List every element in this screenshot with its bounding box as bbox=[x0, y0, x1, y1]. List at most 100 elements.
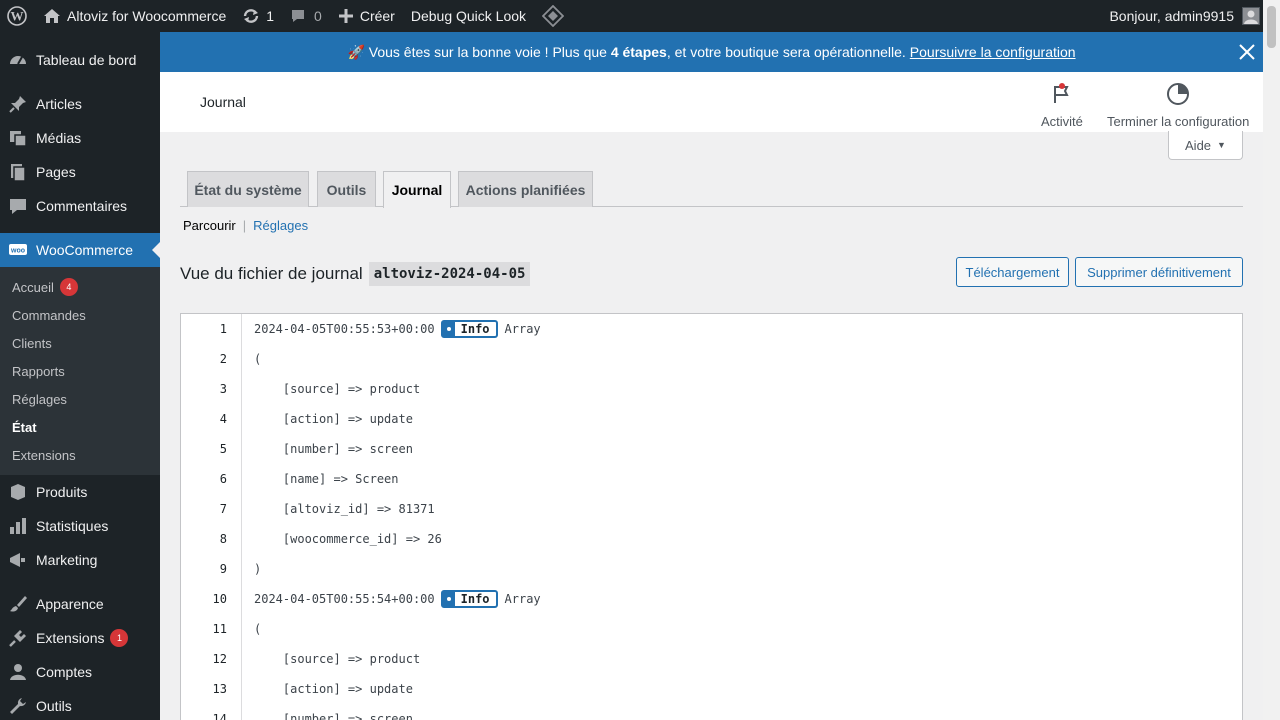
updates-link[interactable]: 1 bbox=[234, 0, 282, 32]
submenu-item-reports[interactable]: Rapports bbox=[0, 357, 160, 385]
log-level-badge: Info bbox=[440, 590, 498, 608]
activity-button[interactable]: Activité bbox=[1041, 80, 1083, 129]
submenu-item-customers[interactable]: Clients bbox=[0, 329, 160, 357]
tab-journal[interactable]: Journal bbox=[383, 171, 451, 208]
menu-item-media[interactable]: Médias bbox=[0, 121, 160, 155]
finish-setup-button[interactable]: Terminer la configuration bbox=[1107, 80, 1249, 129]
wrench-icon bbox=[8, 696, 28, 716]
menu-item-plugins[interactable]: Extensions 1 bbox=[0, 621, 160, 655]
download-button[interactable]: Téléchargement bbox=[956, 257, 1069, 287]
info-dot-icon bbox=[442, 322, 455, 336]
dashboard-icon bbox=[8, 50, 28, 70]
comments-link[interactable]: 0 bbox=[282, 0, 330, 32]
line-number: 10 bbox=[212, 592, 227, 606]
menu-item-label: Extensions bbox=[36, 630, 105, 646]
log-line-content: 2024-04-05T00:55:53+00:00 Info Array bbox=[254, 320, 541, 338]
log-line: 5 [number] => screen bbox=[181, 434, 1242, 464]
submenu-item-extensions[interactable]: Extensions bbox=[0, 441, 160, 469]
scrollbar-thumb[interactable] bbox=[1267, 6, 1276, 48]
log-line: 1 2024-04-05T00:55:53+00:00 Info Array bbox=[181, 314, 1242, 344]
tab-scheduled-actions[interactable]: Actions planifiées bbox=[458, 171, 593, 207]
page-scrollbar[interactable] bbox=[1263, 0, 1280, 720]
line-number: 11 bbox=[212, 622, 227, 636]
menu-item-label: Produits bbox=[36, 484, 88, 500]
menu-item-woocommerce[interactable]: woo WooCommerce bbox=[0, 233, 160, 267]
menu-item-stats[interactable]: Statistiques bbox=[0, 509, 160, 543]
delete-permanently-button[interactable]: Supprimer définitivement bbox=[1075, 257, 1243, 287]
status-tabs: État du système Outils Journal Actions p… bbox=[180, 171, 1243, 208]
submenu-item-home[interactable]: Accueil 4 bbox=[0, 273, 160, 301]
submenu-item-label: Réglages bbox=[12, 391, 67, 407]
wordpress-logo-button[interactable]: W bbox=[0, 0, 35, 32]
menu-item-comments[interactable]: Commentaires bbox=[0, 189, 160, 223]
help-tab-button[interactable]: Aide ▼ bbox=[1168, 131, 1243, 160]
subnav-settings[interactable]: Réglages bbox=[253, 218, 308, 233]
menu-item-label: Médias bbox=[36, 130, 82, 146]
line-number: 1 bbox=[219, 322, 227, 336]
continue-setup-link[interactable]: Poursuivre la configuration bbox=[910, 44, 1076, 60]
tab-tools[interactable]: Outils bbox=[317, 171, 376, 207]
refresh-icon bbox=[242, 7, 260, 25]
menu-item-appearance[interactable]: Apparence bbox=[0, 587, 160, 621]
subnav-browse[interactable]: Parcourir bbox=[183, 218, 236, 233]
new-content-link[interactable]: Créer bbox=[330, 0, 403, 32]
close-icon[interactable] bbox=[1235, 40, 1259, 64]
menu-item-pages[interactable]: Pages bbox=[0, 155, 160, 189]
rocket-icon: 🚀 bbox=[347, 43, 365, 60]
log-level-badge: Info bbox=[440, 320, 498, 338]
diamond-menu-button[interactable] bbox=[534, 0, 572, 32]
log-text: [action] => update bbox=[254, 682, 413, 696]
submenu-item-orders[interactable]: Commandes bbox=[0, 301, 160, 329]
submenu-item-settings[interactable]: Réglages bbox=[0, 385, 160, 413]
line-number: 4 bbox=[219, 412, 227, 426]
woocommerce-header: Journal Activité Terminer la configurati… bbox=[160, 72, 1263, 132]
submenu-item-status[interactable]: État bbox=[0, 413, 160, 441]
menu-item-users[interactable]: Comptes bbox=[0, 655, 160, 689]
new-label: Créer bbox=[359, 8, 395, 24]
menu-item-tools[interactable]: Outils bbox=[0, 689, 160, 720]
comments-icon bbox=[8, 196, 28, 216]
svg-text:woo: woo bbox=[10, 248, 25, 255]
debug-quick-look-link[interactable]: Debug Quick Look bbox=[403, 0, 534, 32]
user-icon bbox=[8, 662, 28, 682]
wordpress-icon: W bbox=[7, 6, 27, 26]
log-line-content: ( bbox=[254, 622, 261, 636]
submenu-item-label: Commandes bbox=[12, 307, 86, 323]
log-line-content: [woocommerce_id] => 26 bbox=[254, 532, 442, 546]
home-icon bbox=[43, 8, 61, 24]
woocommerce-submenu: Accueil 4 Commandes Clients Rapports Rég… bbox=[0, 267, 160, 475]
media-icon bbox=[8, 128, 28, 148]
setup-label: Terminer la configuration bbox=[1107, 114, 1250, 129]
menu-item-label: Comptes bbox=[36, 664, 93, 680]
menu-item-label: Apparence bbox=[36, 596, 104, 612]
menu-item-marketing[interactable]: Marketing bbox=[0, 543, 160, 577]
log-line-content: [source] => product bbox=[254, 382, 420, 396]
line-number: 8 bbox=[219, 532, 227, 546]
plugin-icon bbox=[8, 628, 28, 648]
log-text: ) bbox=[254, 562, 262, 576]
menu-item-label: WooCommerce bbox=[36, 242, 133, 258]
log-line: 6 [name] => Screen bbox=[181, 464, 1242, 494]
activity-label: Activité bbox=[1041, 114, 1083, 129]
log-line-content: [altoviz_id] => 81371 bbox=[254, 502, 435, 516]
menu-item-label: Marketing bbox=[36, 552, 98, 568]
log-line: 9) bbox=[181, 554, 1242, 584]
log-line-content: [action] => update bbox=[254, 682, 413, 696]
menu-item-dashboard[interactable]: Tableau de bord bbox=[0, 43, 160, 77]
my-account-link[interactable]: Bonjour, admin9915 bbox=[1109, 0, 1280, 32]
log-line-content: ( bbox=[254, 352, 261, 366]
tab-system-status[interactable]: État du système bbox=[187, 171, 309, 207]
menu-item-products[interactable]: Produits bbox=[0, 475, 160, 509]
menu-item-articles[interactable]: Articles bbox=[0, 87, 160, 121]
page-title: Journal bbox=[200, 94, 246, 110]
notice-text-before: Vous êtes sur la bonne voie ! Plus que bbox=[364, 44, 611, 60]
log-timestamp: 2024-04-05T00:55:53+00:00 bbox=[254, 322, 435, 336]
notification-badge: 1 bbox=[110, 629, 129, 647]
log-line-content: [action] => update bbox=[254, 412, 413, 426]
log-text: Array bbox=[504, 322, 541, 336]
info-dot-icon bbox=[442, 592, 455, 606]
log-line-content: 2024-04-05T00:55:54+00:00 Info Array bbox=[254, 590, 541, 608]
notice-steps: 4 étapes bbox=[610, 44, 667, 60]
log-line: 3 [source] => product bbox=[181, 374, 1242, 404]
site-name-link[interactable]: Altoviz for Woocommerce bbox=[35, 0, 234, 32]
